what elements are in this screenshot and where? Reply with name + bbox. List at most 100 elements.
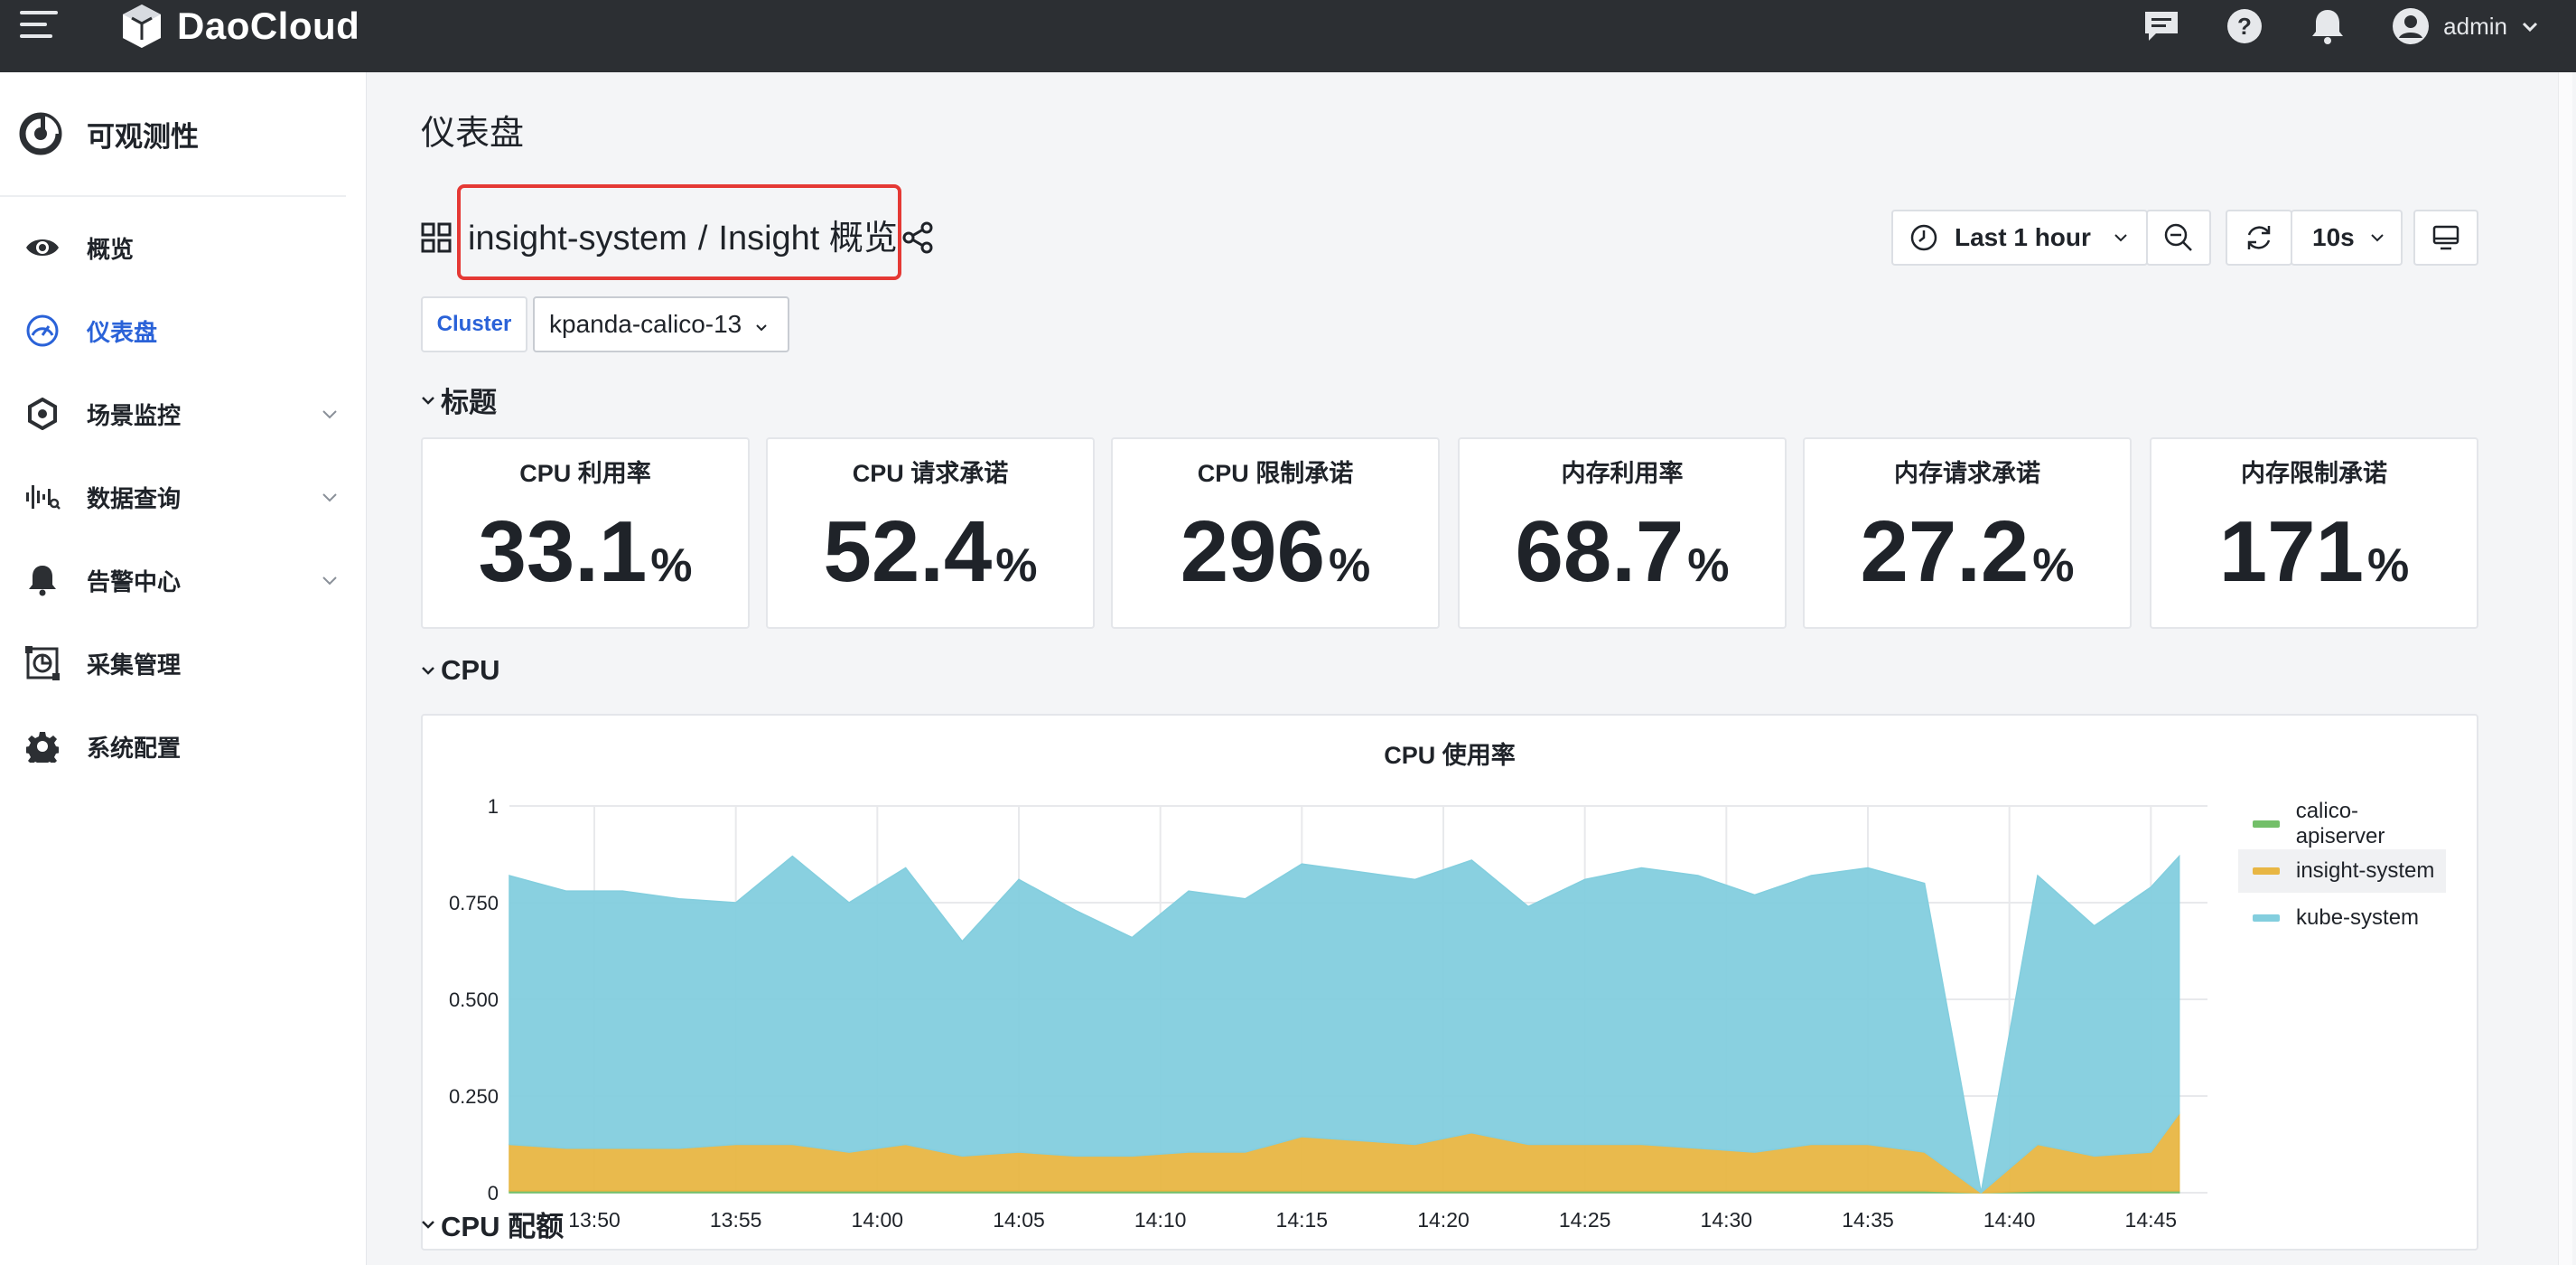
clock-icon [1910, 224, 1937, 251]
chevron-down-icon [322, 410, 337, 419]
stat-unit: % [1687, 539, 1730, 592]
monitor-icon [2432, 225, 2459, 250]
stat-title: CPU 限制承诺 [1197, 460, 1354, 487]
help-icon[interactable]: ? [2225, 6, 2264, 46]
y-tick-label: 1 [488, 795, 499, 818]
stat-unit: % [2366, 539, 2410, 592]
y-tick-label: 0 [488, 1182, 499, 1204]
chevron-down-icon [2371, 234, 2384, 242]
eye-icon [23, 229, 61, 267]
brand-name: DaoCloud [177, 5, 360, 47]
cluster-variable-label: Cluster [421, 296, 527, 352]
sidebar-item-label: 系统配置 [87, 734, 182, 762]
chart-legend: calico-apiserver insight-system kube-sys… [2238, 799, 2446, 943]
legend-swatch [2253, 820, 2280, 828]
breadcrumb-folder[interactable]: insight-system [468, 220, 687, 258]
row-title: CPU [441, 654, 500, 686]
cpu-usage-panel: CPU 使用率 0 0.250 0.500 0.750 1 13:50 13:55 14:00… [421, 714, 2478, 1251]
stat-value: 68.7 [1515, 503, 1685, 600]
y-tick-label: 0.500 [449, 989, 499, 1011]
stat-panel: 内存限制承诺 171% [2150, 437, 2478, 629]
stat-panel: CPU 限制承诺 296% [1111, 437, 1440, 629]
page-scrollbar[interactable] [2558, 72, 2572, 1265]
stat-title: 内存限制承诺 [2241, 460, 2387, 487]
tv-mode-button[interactable] [2413, 210, 2478, 266]
stat-value: 52.4 [823, 503, 993, 600]
breadcrumb-dashboard: Insight 概览 [718, 220, 898, 258]
sidebar-item-label: 概览 [87, 235, 135, 263]
row-header-cpu[interactable]: CPU [421, 654, 499, 687]
sidebar-item-collection-management[interactable]: 采集管理 [0, 622, 366, 705]
stat-panel: 内存请求承诺 27.2% [1803, 437, 2132, 629]
stat-unit: % [995, 539, 1038, 592]
brand-logo[interactable]: DaoCloud [117, 0, 359, 52]
username: admin [2443, 12, 2507, 40]
sidebar-nav: 概览 仪表盘 场景监控 数据查询 告警中心 采集管理 系统配置 [0, 197, 366, 788]
stat-title: CPU 请求承诺 [852, 460, 1009, 487]
refresh-icon [2247, 226, 2271, 249]
bell-icon[interactable] [2308, 6, 2347, 46]
x-tick-label: 14:05 [993, 1208, 1045, 1232]
stat-title: CPU 利用率 [519, 460, 651, 487]
module-header[interactable]: 可观测性 [0, 72, 346, 197]
message-icon[interactable] [2142, 6, 2181, 46]
refresh-interval-label: 10s [2312, 223, 2355, 251]
zoom-out-button[interactable] [2146, 210, 2211, 266]
stat-value-wrap: 52.4% [768, 509, 1093, 595]
legend-item[interactable]: insight-system [2238, 849, 2446, 893]
daocloud-logo-icon [123, 5, 161, 48]
module-title: 可观测性 [87, 120, 199, 153]
sidebar-item-label: 告警中心 [87, 567, 182, 595]
sidebar-item-data-query[interactable]: 数据查询 [0, 455, 366, 539]
row-title: CPU 配额 [441, 1211, 565, 1242]
chevron-down-icon [322, 493, 337, 502]
legend-item[interactable]: calico-apiserver [2238, 799, 2446, 848]
sidebar-item-scene-monitoring[interactable]: 场景监控 [0, 372, 366, 455]
cluster-select-value: kpanda-calico-13 [549, 310, 742, 338]
sidebar-item-overview[interactable]: 概览 [0, 206, 366, 289]
row-header-title[interactable]: 标题 [421, 380, 497, 420]
page-title: 仪表盘 [421, 115, 525, 153]
menu-icon[interactable] [20, 11, 58, 42]
sidebar-item-dashboard[interactable]: 仪表盘 [0, 289, 366, 372]
x-tick-label: 14:20 [1417, 1208, 1470, 1232]
dashboard-gauge-icon [23, 312, 61, 350]
time-range-picker[interactable]: Last 1 hour [1891, 210, 2148, 266]
refresh-button[interactable] [2226, 210, 2292, 266]
stat-unit: % [1328, 539, 1371, 592]
row-title: 标题 [441, 387, 497, 418]
x-tick-label: 14:30 [1701, 1208, 1753, 1232]
sidebar-item-system-config[interactable]: 系统配置 [0, 705, 366, 788]
sidebar: 可观测性 概览 仪表盘 场景监控 数据查询 告警中心 采集管理 系统配置 [0, 72, 367, 1265]
chevron-down-icon [422, 1220, 434, 1229]
cpu-usage-chart[interactable]: 0 0.250 0.500 0.750 1 13:50 13:55 14:00 14:05 14:… [423, 716, 2480, 1252]
share-icon[interactable] [901, 220, 936, 255]
row-header-cpu-quota[interactable]: CPU 配额 [421, 1204, 564, 1244]
dashboard-grid-icon [421, 222, 452, 253]
x-tick-label: 13:55 [710, 1208, 762, 1232]
x-tick-label: 14:25 [1559, 1208, 1611, 1232]
stat-value-wrap: 68.7% [1460, 509, 1785, 595]
cluster-select[interactable]: kpanda-calico-13 [533, 296, 789, 352]
stat-value-wrap: 33.1% [423, 509, 748, 595]
stat-value-wrap: 296% [1113, 509, 1438, 595]
legend-label: insight-system [2296, 858, 2435, 883]
stat-value-wrap: 27.2% [1805, 509, 2130, 595]
stat-value: 27.2 [1860, 503, 2030, 600]
stat-title: 内存请求承诺 [1894, 460, 2040, 487]
chevron-down-icon [2522, 22, 2538, 33]
stat-unit: % [2032, 539, 2075, 592]
x-tick-label: 14:10 [1134, 1208, 1187, 1232]
legend-label: kube-system [2296, 905, 2420, 930]
x-tick-label: 14:15 [1276, 1208, 1329, 1232]
refresh-interval-picker[interactable]: 10s [2291, 210, 2403, 266]
gear-icon [23, 727, 61, 765]
chevron-down-icon [2114, 234, 2127, 242]
x-tick-label: 14:40 [1983, 1208, 2036, 1232]
sidebar-item-alert-center[interactable]: 告警中心 [0, 539, 366, 622]
legend-item[interactable]: kube-system [2238, 896, 2446, 940]
chevron-down-icon [322, 576, 337, 586]
observability-logo-icon [19, 112, 62, 155]
stat-value: 171 [2218, 503, 2364, 600]
user-menu[interactable]: admin [2391, 6, 2540, 46]
